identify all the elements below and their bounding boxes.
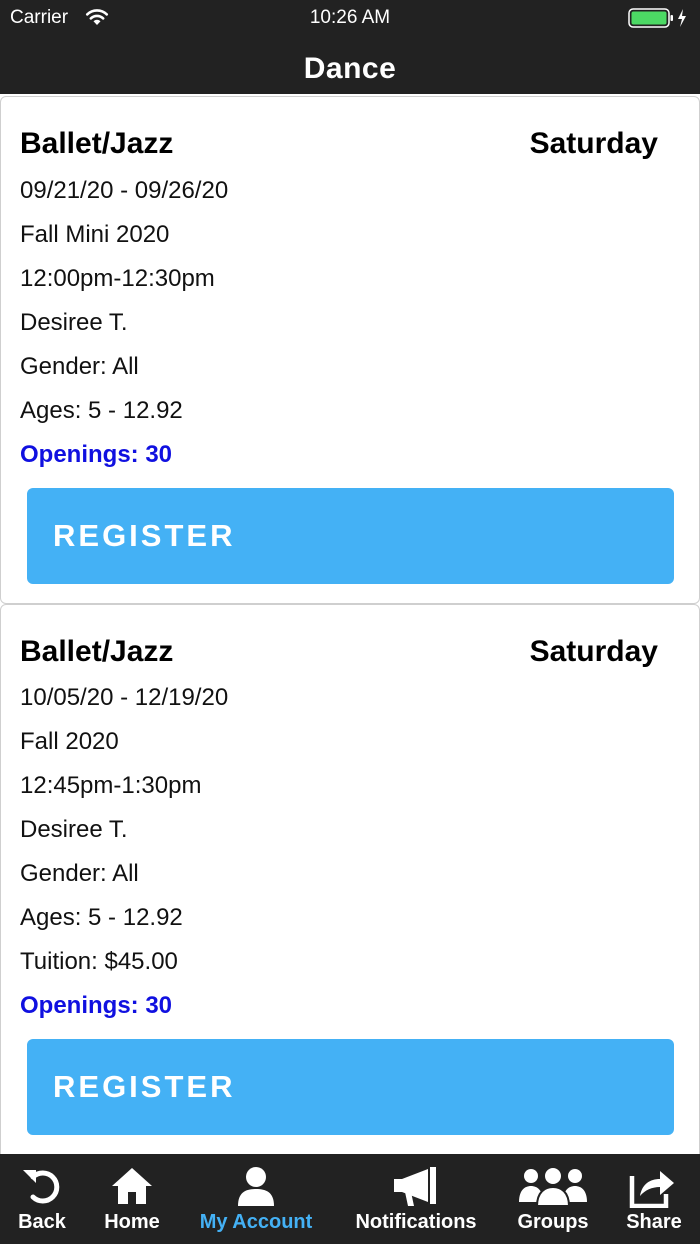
class-dates: 09/21/20 - 09/26/20 (20, 177, 229, 204)
tab-share[interactable]: Share (614, 1154, 694, 1244)
class-tuition: Tuition: $45.00 (20, 948, 178, 975)
tab-my-account-label: My Account (199, 1211, 313, 1233)
class-card: Ballet/Jazz Saturday 10/05/20 - 12/19/20… (0, 604, 700, 1154)
tab-back-label: Back (18, 1211, 66, 1233)
group-icon (519, 1166, 587, 1207)
tab-notifications-label: Notifications (355, 1211, 477, 1233)
class-instructor: Desiree T. (20, 816, 128, 843)
class-ages: Ages: 5 - 12.92 (20, 904, 183, 931)
class-ages: Ages: 5 - 12.92 (20, 397, 183, 424)
navigation-bar: Dance (0, 40, 700, 94)
tab-home[interactable]: Home (92, 1154, 172, 1244)
class-list[interactable]: Ballet/Jazz Saturday 09/21/20 - 09/26/20… (0, 94, 700, 1154)
class-name: Ballet/Jazz (20, 127, 174, 160)
tab-groups[interactable]: Groups (508, 1154, 598, 1244)
class-card: Ballet/Jazz Saturday 09/21/20 - 09/26/20… (0, 96, 700, 604)
back-arrow-icon (23, 1170, 60, 1204)
class-day: Saturday (529, 635, 658, 668)
class-session: Fall Mini 2020 (20, 221, 170, 248)
class-session: Fall 2020 (20, 728, 119, 755)
register-button-label: REGISTER (53, 518, 236, 553)
battery-charging-icon (628, 8, 686, 28)
tab-notifications[interactable]: Notifications (344, 1154, 488, 1244)
class-name: Ballet/Jazz (20, 635, 174, 668)
class-dates: 10/05/20 - 12/19/20 (20, 684, 229, 711)
register-button-label: REGISTER (53, 1069, 236, 1104)
megaphone-icon (394, 1167, 436, 1206)
class-openings: Openings: 30 (20, 992, 173, 1019)
clock: 10:26 AM (309, 7, 391, 28)
page-title: Dance (303, 52, 397, 85)
class-instructor: Desiree T. (20, 309, 128, 336)
tab-back[interactable]: Back (0, 1154, 84, 1244)
home-icon (112, 1168, 152, 1204)
class-time: 12:45pm-1:30pm (20, 772, 202, 799)
tab-my-account[interactable]: My Account (190, 1154, 322, 1244)
class-time: 12:00pm-12:30pm (20, 265, 215, 292)
tab-share-label: Share (626, 1211, 682, 1233)
class-gender: Gender: All (20, 353, 139, 380)
tab-bar: Back Home My Account Notifications Group… (0, 1154, 700, 1244)
class-day: Saturday (529, 127, 658, 160)
register-button[interactable]: REGISTER (27, 488, 674, 584)
user-icon (238, 1167, 274, 1206)
tab-groups-label: Groups (517, 1211, 589, 1233)
class-openings: Openings: 30 (20, 441, 173, 468)
register-button[interactable]: REGISTER (27, 1039, 674, 1135)
class-gender: Gender: All (20, 860, 139, 887)
share-icon (629, 1171, 674, 1208)
tab-home-label: Home (104, 1211, 160, 1233)
status-bar: Carrier 10:26 AM (0, 0, 700, 40)
